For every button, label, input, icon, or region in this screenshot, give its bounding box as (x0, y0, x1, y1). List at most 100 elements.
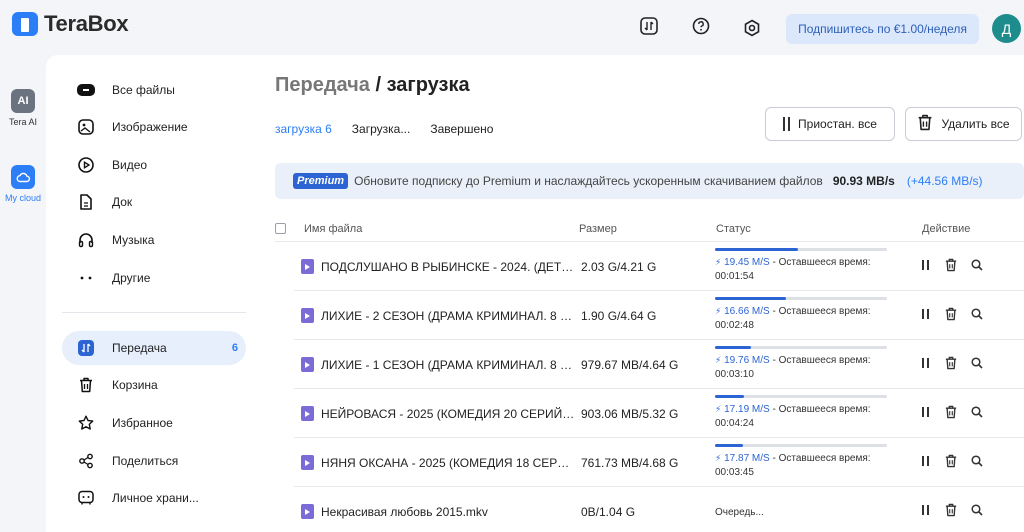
avatar[interactable]: Д (992, 14, 1021, 43)
search-icon (971, 308, 983, 320)
pause-icon (921, 505, 929, 515)
select-all-checkbox[interactable] (275, 223, 286, 234)
pause-button[interactable] (918, 257, 932, 273)
sidebar-item-transfer[interactable]: Передача 6 (62, 331, 246, 365)
table-row[interactable]: НЕЙРОВАСЯ - 2025 (КОМЕДИЯ 20 СЕРИЙ 1 ФАЙ… (294, 389, 1024, 438)
column-name: Имя файла (304, 223, 363, 235)
sidebar-item-trash[interactable]: Корзина (62, 368, 246, 402)
queued-status: Очередь... (715, 507, 764, 518)
sidebar-item-share[interactable]: Поделиться (62, 444, 246, 478)
file-name: ЛИХИЕ - 1 СЕЗОН (ДРАМА КРИМИНАЛ. 8 СЕРИЙ… (321, 358, 577, 372)
locate-button[interactable] (970, 453, 984, 469)
locate-button[interactable] (970, 355, 984, 371)
video-file-icon (301, 406, 314, 421)
sidebar-item-favorites[interactable]: Избранное (62, 406, 246, 440)
left-rail: AI Tera AI My cloud (0, 55, 46, 532)
pause-button[interactable] (918, 453, 932, 469)
table-row[interactable]: Некрасивая любовь 2015.mkv 0B/1.04 G Оче… (294, 487, 1024, 532)
download-status: ⚡ 19.76 M/S - Оставшееся время: 00:03:10 (715, 346, 887, 380)
logo[interactable]: TeraBox (12, 11, 129, 37)
pause-icon (783, 117, 791, 131)
help-icon[interactable] (691, 16, 711, 36)
sidebar-item-other[interactable]: Другие (62, 261, 246, 295)
premium-promo-banner[interactable]: Premium Обновите подписку до Premium и н… (275, 163, 1024, 199)
lightning-icon: ⚡ (715, 404, 722, 414)
pause-button[interactable] (918, 502, 932, 518)
pause-icon (921, 407, 929, 417)
download-speed: 19.76 M/S (724, 355, 770, 366)
sidebar-item-video[interactable]: Видео (62, 148, 246, 182)
file-size: 903.06 MB/5.32 G (581, 407, 679, 421)
progress-bar (715, 395, 887, 398)
remaining-label: - Оставшееся время: (769, 257, 871, 268)
delete-button[interactable] (944, 355, 958, 371)
delete-button[interactable] (944, 306, 958, 322)
pause-button[interactable] (918, 404, 932, 420)
delete-all-button[interactable]: Удалить все (905, 107, 1022, 141)
sidebar-item-label: Другие (112, 271, 151, 285)
sidebar-item-label: Корзина (112, 378, 158, 392)
share-icon (76, 451, 96, 471)
pause-icon (921, 456, 929, 466)
locate-button[interactable] (970, 404, 984, 420)
download-status: ⚡ 17.87 M/S - Оставшееся время: 00:03:45 (715, 444, 887, 478)
pause-all-button[interactable]: Приостан. все (765, 107, 895, 141)
file-name: НЕЙРОВАСЯ - 2025 (КОМЕДИЯ 20 СЕРИЙ 1 ФАЙ… (321, 407, 577, 421)
subscribe-button[interactable]: Подпишитесь по €1.00/неделя (786, 14, 979, 44)
delete-button[interactable] (944, 404, 958, 420)
settings-icon[interactable] (742, 18, 762, 38)
delete-all-label: Удалить все (941, 117, 1010, 131)
pause-button[interactable] (918, 306, 932, 322)
progress-fill (715, 395, 745, 398)
locate-button[interactable] (970, 257, 984, 273)
search-icon (971, 259, 983, 271)
trash-icon (76, 375, 96, 395)
sidebar-item-music[interactable]: Музыка (62, 223, 246, 257)
download-status: ⚡ 19.45 M/S - Оставшееся время: 00:01:54 (715, 248, 887, 282)
table-row[interactable]: ЛИХИЕ - 1 СЕЗОН (ДРАМА КРИМИНАЛ. 8 СЕРИЙ… (294, 340, 1024, 389)
video-file-icon (301, 259, 314, 274)
tab-completed[interactable]: Завершено (430, 122, 493, 136)
locate-button[interactable] (970, 306, 984, 322)
remaining-label: - Оставшееся время: (769, 355, 871, 366)
progress-fill (715, 297, 786, 300)
trash-icon (945, 356, 957, 370)
progress-fill (715, 248, 798, 251)
delete-button[interactable] (944, 453, 958, 469)
transfer-icon (76, 338, 96, 358)
search-icon (971, 406, 983, 418)
remaining-time: 00:02:48 (715, 320, 754, 331)
column-size: Размер (579, 223, 617, 235)
lightning-icon: ⚡ (715, 257, 722, 267)
transfer-icon[interactable] (639, 16, 659, 36)
sidebar-item-docs[interactable]: Док (62, 185, 246, 219)
logo-text: TeraBox (44, 11, 129, 36)
breadcrumb-transfer[interactable]: Передача (275, 74, 370, 96)
promo-text: Обновите подписку до Premium и наслаждай… (354, 174, 823, 188)
locate-button[interactable] (970, 502, 984, 518)
tab-uploading[interactable]: Загрузка... (352, 122, 411, 136)
table-row[interactable]: НЯНЯ ОКСАНА - 2025 (КОМЕДИЯ 18 СЕРИЙ 1 Ф… (294, 438, 1024, 487)
pause-button[interactable] (918, 355, 932, 371)
pause-icon (921, 309, 929, 319)
sidebar-item-personal-vault[interactable]: Личное храни... (62, 481, 246, 515)
file-size: 979.67 MB/4.64 G (581, 358, 679, 372)
download-speed: 17.87 M/S (724, 453, 770, 464)
table-row[interactable]: ПОДСЛУШАНО В РЫБИНСКЕ - 2024. (ДЕТЕКТИВ … (294, 242, 1024, 291)
transfer-tabs: загрузка 6 Загрузка... Завершено (275, 122, 493, 136)
tab-download[interactable]: загрузка 6 (275, 122, 332, 136)
rail-item-my-cloud[interactable]: My cloud (0, 165, 46, 203)
rail-label: My cloud (4, 193, 41, 203)
video-file-icon (301, 504, 314, 519)
delete-button[interactable] (944, 502, 958, 518)
all-files-icon (76, 80, 96, 100)
table-row[interactable]: ЛИХИЕ - 2 СЕЗОН (ДРАМА КРИМИНАЛ. 8 СЕРИЙ… (294, 291, 1024, 340)
star-icon (76, 413, 96, 433)
sidebar-item-all-files[interactable]: Все файлы (62, 73, 246, 107)
delete-button[interactable] (944, 257, 958, 273)
sidebar-item-images[interactable]: Изображение (62, 110, 246, 144)
top-bar: TeraBox Подпишитесь по €1.00/неделя Д (0, 0, 1024, 55)
rail-item-tera-ai[interactable]: AI Tera AI (0, 89, 46, 127)
remaining-time: 00:03:10 (715, 369, 754, 380)
sidebar-divider (62, 312, 246, 313)
